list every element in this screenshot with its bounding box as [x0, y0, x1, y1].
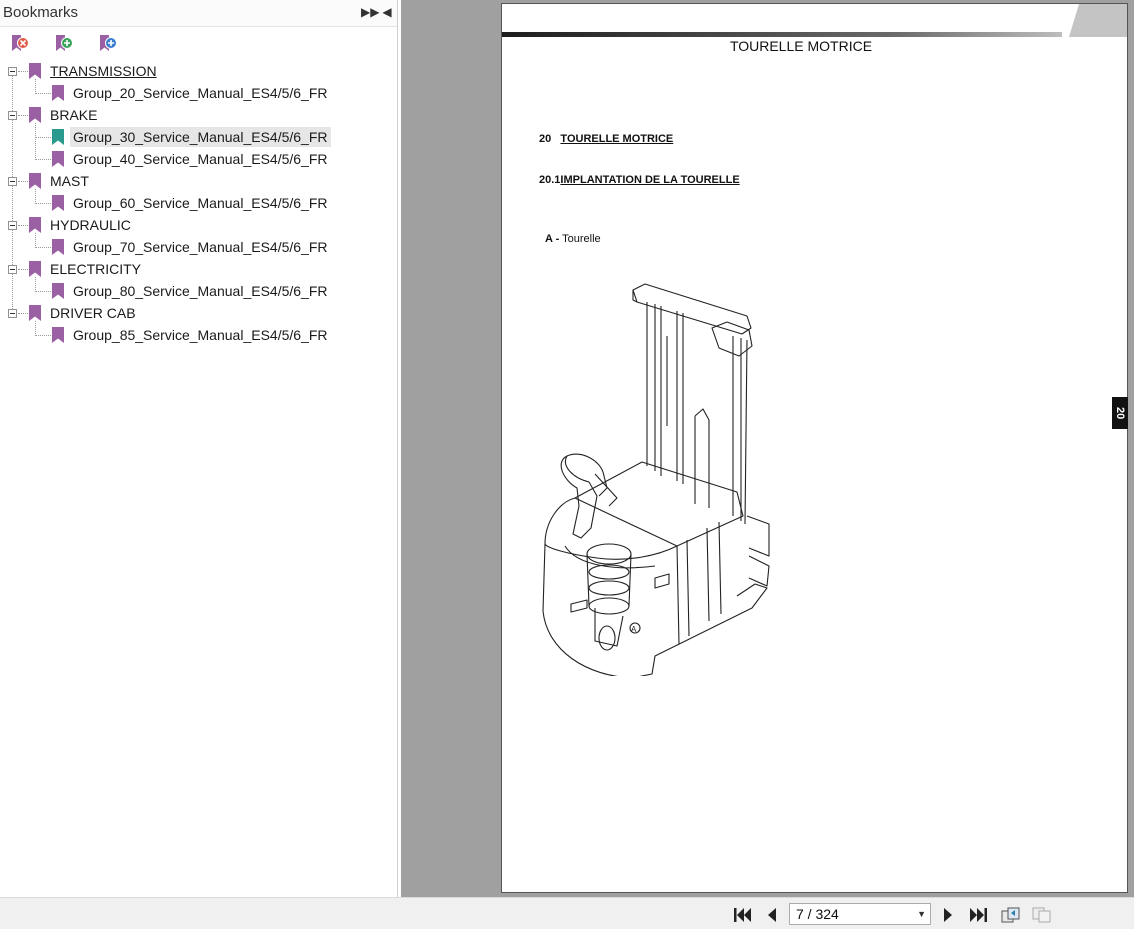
- bookmark-group-30[interactable]: Group_30_Service_Manual_ES4/5/6_FR: [0, 126, 397, 148]
- double-chevron-right-icon[interactable]: ▶▶: [361, 4, 379, 20]
- page-number-select[interactable]: 7 / 324 ▼: [789, 903, 931, 925]
- bookmark-label[interactable]: Group_40_Service_Manual_ES4/5/6_FR: [70, 149, 331, 169]
- next-view-icon: [1032, 907, 1051, 923]
- bookmark-icon: [29, 107, 41, 123]
- bookmark-label[interactable]: Group_85_Service_Manual_ES4/5/6_FR: [70, 325, 331, 345]
- pdf-page: TOURELLE MOTRICE 20 TOURELLE MOTRICE 20.…: [501, 3, 1128, 893]
- previous-page-button[interactable]: [761, 906, 783, 924]
- triangle-left-icon[interactable]: ◀: [380, 4, 394, 20]
- section-heading-20: 20 TOURELLE MOTRICE: [539, 133, 673, 145]
- figure-legend: A - Tourelle: [545, 233, 601, 245]
- next-view-button[interactable]: [1031, 906, 1053, 924]
- bookmark-group-20[interactable]: Group_20_Service_Manual_ES4/5/6_FR: [0, 82, 397, 104]
- section-number: 20.1: [539, 174, 561, 186]
- chapter-side-tab: 20: [1112, 397, 1128, 429]
- section-heading-20-1: 20.1IMPLANTATION DE LA TOURELLE: [539, 174, 740, 186]
- bookmark-label[interactable]: Group_80_Service_Manual_ES4/5/6_FR: [70, 281, 331, 301]
- bookmark-icon: [29, 261, 41, 277]
- section-title: IMPLANTATION DE LA TOURELLE: [560, 174, 740, 186]
- bookmark-group-40[interactable]: Group_40_Service_Manual_ES4/5/6_FR: [0, 148, 397, 170]
- bookmark-label[interactable]: DRIVER CAB: [47, 303, 139, 323]
- bookmark-label[interactable]: ELECTRICITY: [47, 259, 144, 279]
- bookmark-label[interactable]: Group_60_Service_Manual_ES4/5/6_FR: [70, 193, 331, 213]
- bookmark-icon: [52, 151, 64, 167]
- forklift-illustration: A: [542, 283, 770, 676]
- figure-caption: Tourelle: [562, 233, 601, 245]
- bookmark-transmission[interactable]: TRANSMISSION: [0, 60, 397, 82]
- add-child-bookmark-button[interactable]: [96, 32, 120, 56]
- bookmark-icon: [29, 173, 41, 189]
- dropdown-arrow-icon: ▼: [917, 909, 926, 919]
- page-header-tab: [1069, 4, 1127, 37]
- bookmarks-title: Bookmarks: [3, 4, 79, 21]
- bookmarks-toolbar: [0, 28, 397, 60]
- bookmark-label[interactable]: Group_70_Service_Manual_ES4/5/6_FR: [70, 237, 331, 257]
- figure-key: A -: [545, 233, 560, 245]
- delete-bookmark-button[interactable]: [8, 32, 32, 56]
- previous-view-button[interactable]: [1000, 906, 1022, 924]
- bookmark-icon: [52, 239, 64, 255]
- page-header-bar: [502, 32, 1062, 37]
- previous-page-icon: [768, 908, 776, 922]
- bookmark-label[interactable]: TRANSMISSION: [47, 61, 160, 81]
- bookmark-label[interactable]: HYDRAULIC: [47, 215, 134, 235]
- bookmark-driver-cab[interactable]: DRIVER CAB: [0, 302, 397, 324]
- bookmark-group-80[interactable]: Group_80_Service_Manual_ES4/5/6_FR: [0, 280, 397, 302]
- bookmark-electricity[interactable]: ELECTRICITY: [0, 258, 397, 280]
- bookmark-icon: [52, 283, 64, 299]
- bookmark-add-child-icon: [100, 35, 117, 51]
- page-indicator: 7 / 324: [796, 906, 839, 922]
- bookmark-label[interactable]: Group_20_Service_Manual_ES4/5/6_FR: [70, 83, 331, 103]
- bookmark-icon: [29, 305, 41, 321]
- bookmark-mast[interactable]: MAST: [0, 170, 397, 192]
- bookmark-label[interactable]: BRAKE: [47, 105, 100, 125]
- first-page-icon: [734, 908, 751, 922]
- bookmark-selected-icon: [52, 129, 64, 145]
- bookmark-icon: [52, 195, 64, 211]
- figure-callout-label: A: [631, 625, 637, 634]
- bookmark-icon: [29, 217, 41, 233]
- bookmark-delete-icon: [12, 35, 29, 51]
- bookmarks-header: Bookmarks ▶▶ ◀: [0, 0, 397, 27]
- page-running-header: TOURELLE MOTRICE: [729, 38, 873, 54]
- section-title: TOURELLE MOTRICE: [560, 133, 674, 145]
- bookmark-label[interactable]: MAST: [47, 171, 92, 191]
- bookmark-icon: [29, 63, 41, 79]
- bookmark-icon: [52, 327, 64, 343]
- bookmark-group-85[interactable]: Group_85_Service_Manual_ES4/5/6_FR: [0, 324, 397, 346]
- bookmark-icon: [52, 85, 64, 101]
- bookmark-group-60[interactable]: Group_60_Service_Manual_ES4/5/6_FR: [0, 192, 397, 214]
- bookmark-group-70[interactable]: Group_70_Service_Manual_ES4/5/6_FR: [0, 236, 397, 258]
- bookmark-brake[interactable]: BRAKE: [0, 104, 397, 126]
- section-number: 20: [539, 133, 552, 145]
- page-navigation-bar: 7 / 324 ▼: [0, 897, 1134, 929]
- last-page-button[interactable]: [968, 906, 990, 924]
- next-page-button[interactable]: [937, 906, 959, 924]
- bookmarks-panel: Bookmarks ▶▶ ◀ TRANSMISSION Group_20_Ser…: [0, 0, 397, 897]
- first-page-button[interactable]: [731, 906, 753, 924]
- document-view[interactable]: TOURELLE MOTRICE 20 TOURELLE MOTRICE 20.…: [401, 0, 1134, 897]
- bookmark-hydraulic[interactable]: HYDRAULIC: [0, 214, 397, 236]
- last-page-icon: [970, 908, 987, 922]
- add-bookmark-button[interactable]: [52, 32, 76, 56]
- previous-view-icon: [1001, 907, 1020, 923]
- bookmark-label[interactable]: Group_30_Service_Manual_ES4/5/6_FR: [70, 127, 331, 147]
- next-page-icon: [944, 908, 952, 922]
- bookmark-add-icon: [56, 35, 73, 51]
